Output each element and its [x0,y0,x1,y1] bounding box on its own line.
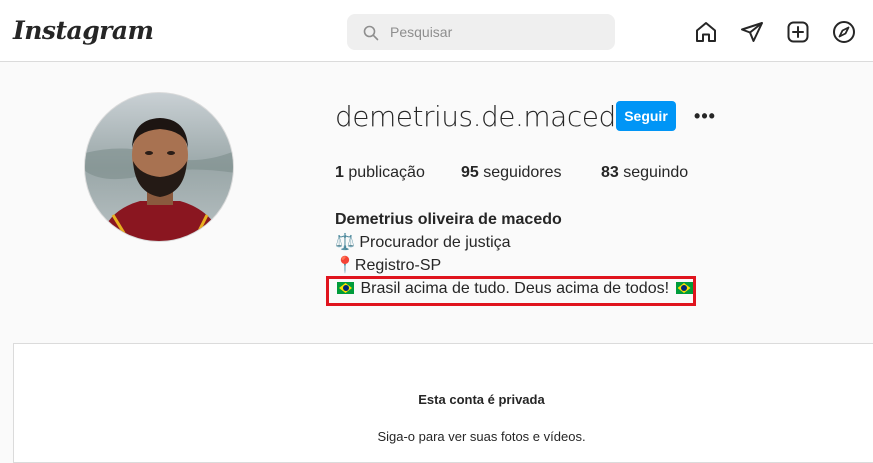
bio-occupation-text: Procurador de justiça [354,234,511,251]
followers-count-label: seguidores [478,164,562,181]
follow-button[interactable]: Seguir [616,101,676,131]
highlight-annotation-box [326,276,696,306]
avatar-photo [85,93,233,241]
search-icon [363,25,379,41]
more-options-icon[interactable]: ••• [692,104,718,128]
profile-full-name: Demetrius oliveira de macedo [335,211,562,228]
instagram-logo[interactable]: Instagram [13,16,154,45]
following-count[interactable]: 83 seguindo [601,164,688,182]
new-post-icon[interactable] [786,20,810,44]
pin-emoji-icon: 📍 [335,257,355,274]
bio-line-location: 📍Registro-SP [335,254,695,277]
direct-send-icon[interactable] [740,20,764,44]
home-icon[interactable] [694,20,718,44]
profile-username: demetrius.de.macedo [335,100,633,133]
private-account-panel: Esta conta é privada Siga-o para ver sua… [13,343,873,463]
followers-count[interactable]: 95 seguidores [461,164,562,182]
search-input[interactable] [390,22,600,42]
bio-line-occupation: ⚖️ Procurador de justiça [335,231,695,254]
following-count-label: seguindo [618,164,689,181]
private-account-subtitle: Siga-o para ver suas fotos e vídeos. [377,429,586,444]
scales-emoji-icon: ⚖️ [335,234,355,251]
posts-count-value: 1 [335,164,344,181]
following-count-value: 83 [601,164,619,181]
profile-avatar[interactable] [84,92,234,242]
followers-count-value: 95 [461,164,479,181]
search-box[interactable] [347,14,615,50]
private-account-title: Esta conta é privada [418,392,545,407]
posts-count: 1 publicação [335,164,425,182]
bio-location-text: Registro-SP [354,257,442,274]
explore-compass-icon[interactable] [832,20,856,44]
top-navigation-bar: Instagram [0,0,873,62]
posts-count-label: publicação [343,164,425,181]
